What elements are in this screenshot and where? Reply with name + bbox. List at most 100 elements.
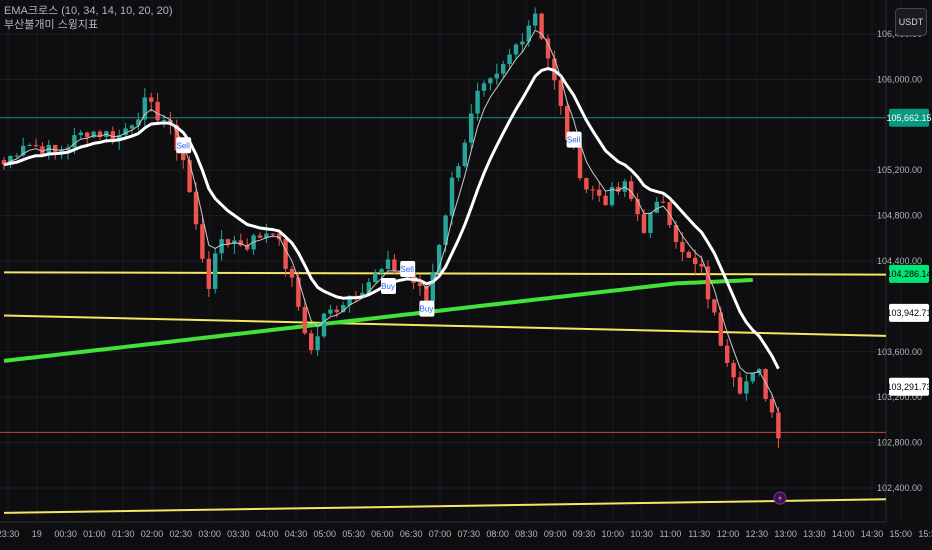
candle-body: [584, 178, 589, 190]
x-tick-label: 03:00: [198, 529, 221, 539]
x-tick-label: 07:00: [429, 529, 452, 539]
candle-body: [731, 362, 736, 378]
candle-body: [494, 73, 499, 79]
candle-body: [648, 212, 653, 233]
candle-body: [462, 142, 467, 167]
signal-text: Buy: [381, 282, 395, 291]
x-tick-label: 10:00: [602, 529, 625, 539]
candle-body: [686, 252, 691, 258]
candle-body: [699, 264, 704, 267]
x-tick-label: 02:00: [141, 529, 164, 539]
candle-body: [85, 132, 90, 138]
candle-body: [744, 381, 749, 394]
price-badge-label: 104,286.14: [886, 269, 931, 279]
candle-body: [289, 268, 295, 278]
chart-legend: EMA크로스 (10, 34, 14, 10, 20, 20) 부산불개미 스윙…: [4, 4, 173, 32]
candle-body: [315, 336, 320, 351]
candle-body: [283, 239, 288, 269]
x-tick-label: 05:30: [342, 529, 365, 539]
sell-signal-label: Sell: [400, 260, 416, 277]
x-tick-label: 08:30: [515, 529, 538, 539]
candle-body: [33, 145, 39, 147]
sell-signal-label: Sell: [176, 137, 192, 154]
candle-body: [155, 101, 160, 121]
candle-body: [539, 13, 544, 39]
candle-body: [520, 41, 525, 45]
currency-button[interactable]: USDT: [895, 8, 927, 36]
y-tick-label: 102,800.00: [877, 438, 922, 448]
candle-body: [257, 235, 263, 238]
buy-signal-label: Buy: [381, 277, 396, 294]
candle-body: [385, 259, 391, 270]
y-tick-label: 106,000.00: [877, 74, 922, 84]
sell-signal-label: Sell: [566, 131, 582, 148]
candle-body: [590, 189, 595, 191]
x-tick-label: 12:00: [717, 529, 740, 539]
x-tick-label: 15:30: [918, 529, 932, 539]
candle-body: [334, 309, 339, 313]
x-tick-label: 06:00: [371, 529, 394, 539]
legend-ema-cross[interactable]: EMA크로스 (10, 34, 14, 10, 20, 20): [4, 4, 173, 18]
x-tick-label: 12:30: [746, 529, 769, 539]
x-tick-label: 14:30: [861, 529, 884, 539]
x-tick-label: 01:30: [112, 529, 135, 539]
price-badge-label: 103,942.71: [886, 308, 931, 318]
candle-body: [769, 399, 775, 413]
candle-body: [693, 257, 698, 265]
x-tick-label: 15:00: [890, 529, 913, 539]
x-tick-label: 00:30: [54, 529, 77, 539]
candle-body: [379, 269, 384, 274]
candle-body: [680, 241, 685, 253]
candle-body: [302, 306, 307, 334]
candle-body: [14, 155, 19, 157]
candle-body: [641, 214, 647, 233]
candle-body: [193, 192, 199, 225]
candle-body: [373, 273, 378, 283]
candle-body: [737, 377, 743, 394]
candle-body: [206, 258, 211, 289]
candle-body: [430, 271, 435, 302]
price-badge-label: 103,291.73: [886, 382, 931, 392]
signal-text: Sell: [567, 136, 581, 145]
candle-body: [750, 373, 755, 382]
candle-body: [161, 120, 167, 122]
x-tick-label: 07:30: [458, 529, 481, 539]
candle-body: [513, 44, 519, 55]
x-tick-label: 14:00: [832, 529, 855, 539]
candle-body: [488, 78, 493, 84]
candle-body: [149, 97, 154, 102]
candle-body: [456, 166, 461, 178]
candle-body: [27, 145, 32, 147]
y-tick-label: 104,800.00: [877, 211, 922, 221]
x-tick-label: 09:00: [544, 529, 567, 539]
y-tick-label: 102,400.00: [877, 483, 922, 493]
candle-body: [72, 135, 77, 148]
signal-text: Buy: [420, 305, 434, 314]
candle-body: [392, 259, 397, 272]
candle-body: [763, 369, 768, 400]
x-tick-label: 13:00: [774, 529, 797, 539]
candle-body: [469, 113, 474, 143]
x-tick-label: 11:30: [688, 529, 710, 539]
candle-body: [219, 239, 224, 254]
x-tick-label: 05:00: [314, 529, 337, 539]
signal-text: Sell: [401, 265, 415, 274]
candle-body: [78, 132, 83, 136]
x-tick-label: 13:30: [803, 529, 826, 539]
candle-body: [577, 145, 583, 179]
candle-body: [712, 299, 717, 313]
candle-body: [328, 309, 333, 314]
candle-body: [449, 177, 455, 216]
candle-body: [270, 233, 275, 235]
candle-body: [129, 125, 135, 129]
legend-swing-indicator[interactable]: 부산불개미 스윙지표: [4, 18, 173, 32]
y-tick-label: 105,200.00: [877, 165, 922, 175]
candle-body: [661, 201, 666, 203]
x-tick-label: 01:00: [83, 529, 106, 539]
candle-body: [475, 90, 480, 114]
candle-body: [507, 54, 512, 65]
candle-body: [481, 83, 487, 91]
price-chart[interactable]: SellSellBuyBuySell106,400.00106,000.0010…: [0, 0, 932, 550]
candle-body: [296, 277, 301, 307]
candle-body: [225, 239, 231, 244]
